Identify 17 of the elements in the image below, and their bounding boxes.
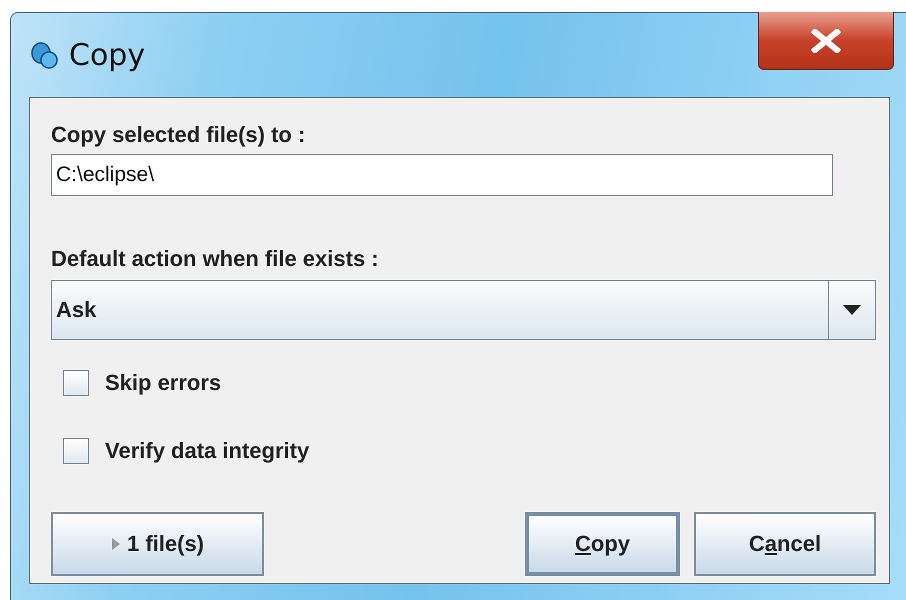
triangle-icon [110,537,121,551]
checkbox[interactable] [63,438,89,464]
copy-button[interactable]: Copy [525,512,680,576]
cancel-button[interactable]: Cancel [694,512,876,576]
destination-field[interactable]: C:\eclipse\ [51,154,833,196]
close-button[interactable] [758,12,894,70]
field-label: Copy selected file(s) to : [51,122,306,148]
dropdown-arrow-icon [843,305,861,315]
field-label: Default action when file exists : [51,246,380,272]
window-title: Copy [69,38,146,72]
checkbox-label: Verify data integrity [105,438,310,464]
checkbox[interactable] [63,370,89,396]
hands-icon [29,40,59,70]
files-toggle-button[interactable]: 1 file(s) [51,512,264,576]
close-icon [811,28,841,52]
action-dropdown[interactable]: Ask [51,280,876,340]
checkbox-label: Skip errors [105,370,222,396]
